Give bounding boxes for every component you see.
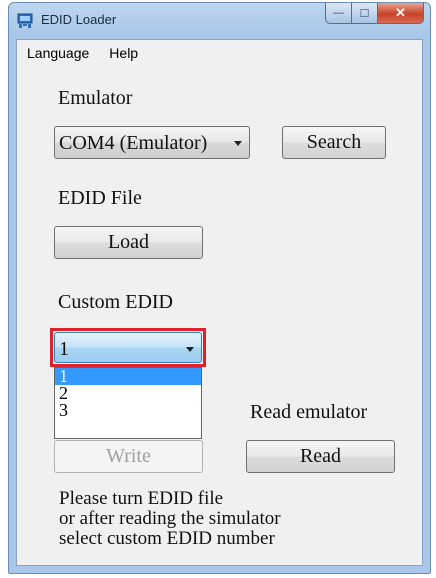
dropdown-option[interactable]: 3 — [55, 401, 201, 419]
menu-help[interactable]: Help — [101, 45, 146, 61]
close-icon: ✕ — [395, 5, 406, 20]
write-button[interactable]: Write — [54, 440, 203, 473]
close-button[interactable]: ✕ — [378, 3, 424, 24]
minimize-button[interactable]: — — [325, 3, 352, 24]
search-button-label: Search — [306, 131, 362, 153]
emulator-port-select[interactable]: COM4 (Emulator) — [54, 126, 250, 159]
instruction-line: select custom EDID number — [59, 528, 275, 549]
edid-file-label: EDID File — [58, 187, 142, 209]
write-button-label: Write — [106, 445, 151, 467]
menu-bar: Language Help — [17, 40, 422, 66]
emulator-label: Emulator — [58, 87, 133, 109]
load-button-label: Load — [107, 231, 150, 253]
caption-buttons: — ☐ ✕ — [325, 3, 424, 25]
chevron-down-icon — [186, 347, 194, 352]
custom-edid-select[interactable]: 1 — [54, 332, 202, 363]
instruction-line: or after reading the simulator — [59, 508, 281, 529]
client-area: Language Help Emulator COM4 (Emulator) S… — [16, 39, 423, 566]
title-bar[interactable]: EDID Loader — ☐ ✕ — [9, 3, 430, 39]
dropdown-option[interactable]: 2 — [55, 384, 201, 402]
edid-loader-window: EDID Loader — ☐ ✕ Language Help Emulator… — [8, 2, 431, 574]
custom-edid-label: Custom EDID — [58, 291, 173, 313]
dropdown-option[interactable]: 1 — [55, 367, 201, 385]
chevron-down-icon — [234, 141, 242, 146]
maximize-icon: ☐ — [359, 7, 370, 20]
instruction-line: Please turn EDID file — [59, 488, 224, 509]
load-button[interactable]: Load — [54, 226, 203, 259]
read-button[interactable]: Read — [246, 440, 395, 473]
maximize-button[interactable]: ☐ — [352, 3, 378, 24]
instruction-text: Please turn EDID file or after reading t… — [59, 489, 281, 549]
emulator-port-value: COM4 (Emulator) — [59, 132, 208, 154]
custom-edid-value: 1 — [59, 338, 69, 360]
app-icon — [17, 13, 33, 28]
custom-edid-dropdown-list: 1 2 3 — [54, 367, 202, 439]
search-button[interactable]: Search — [282, 126, 386, 159]
read-emulator-label: Read emulator — [250, 401, 368, 423]
window-title: EDID Loader — [41, 12, 117, 27]
menu-language[interactable]: Language — [19, 45, 97, 61]
minimize-icon: — — [333, 7, 344, 19]
read-button-label: Read — [299, 445, 342, 467]
